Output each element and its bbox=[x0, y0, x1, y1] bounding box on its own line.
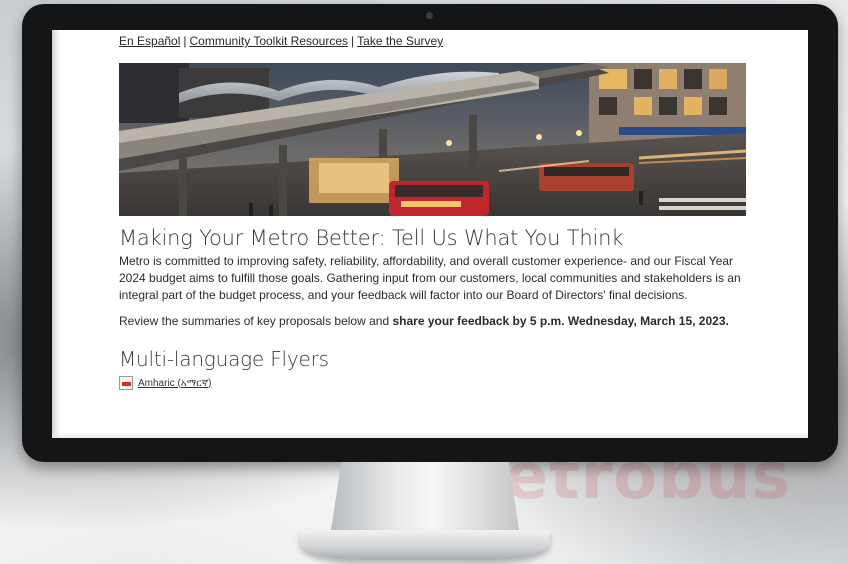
nav-link-take-survey[interactable]: Take the Survey bbox=[357, 34, 443, 48]
monitor-screen: En Español | Community Toolkit Resources | T… bbox=[52, 30, 808, 438]
web-page: En Español | Community Toolkit Resources | T… bbox=[119, 30, 749, 390]
screen-edge bbox=[52, 30, 60, 438]
hero-photo-illustration bbox=[119, 63, 746, 216]
top-nav: En Español | Community Toolkit Resources | T… bbox=[119, 34, 749, 48]
page-title: Making Your Metro Better: Tell Us What Y… bbox=[119, 226, 624, 250]
monitor-stand-base bbox=[300, 530, 550, 560]
pdf-icon bbox=[119, 376, 133, 390]
nav-separator: | bbox=[183, 34, 187, 48]
nav-link-community-toolkit[interactable]: Community Toolkit Resources bbox=[190, 34, 349, 48]
nav-separator: | bbox=[351, 34, 355, 48]
feedback-deadline: share your feedback by 5 p.m. Wednesday,… bbox=[392, 314, 729, 328]
intro-paragraph: Metro is committed to improving safety, … bbox=[119, 254, 741, 302]
flyer-item-label[interactable]: Amharic (አማርኛ) bbox=[138, 378, 212, 389]
nav-link-espanol[interactable]: En Español bbox=[119, 34, 180, 48]
monitor-stand-neck bbox=[330, 462, 520, 536]
review-text: Review the summaries of key proposals be… bbox=[119, 314, 393, 328]
webcam-dot bbox=[426, 12, 433, 19]
flyer-item-amharic[interactable]: Amharic (አማርኛ) bbox=[119, 376, 749, 390]
review-paragraph: Review the summaries of key proposals be… bbox=[119, 313, 749, 330]
hero-image bbox=[119, 63, 746, 216]
flyers-heading: Multi-language Flyers bbox=[119, 347, 329, 371]
screen-bottom-edge bbox=[52, 432, 808, 438]
monitor-bezel: En Español | Community Toolkit Resources | T… bbox=[22, 4, 838, 462]
